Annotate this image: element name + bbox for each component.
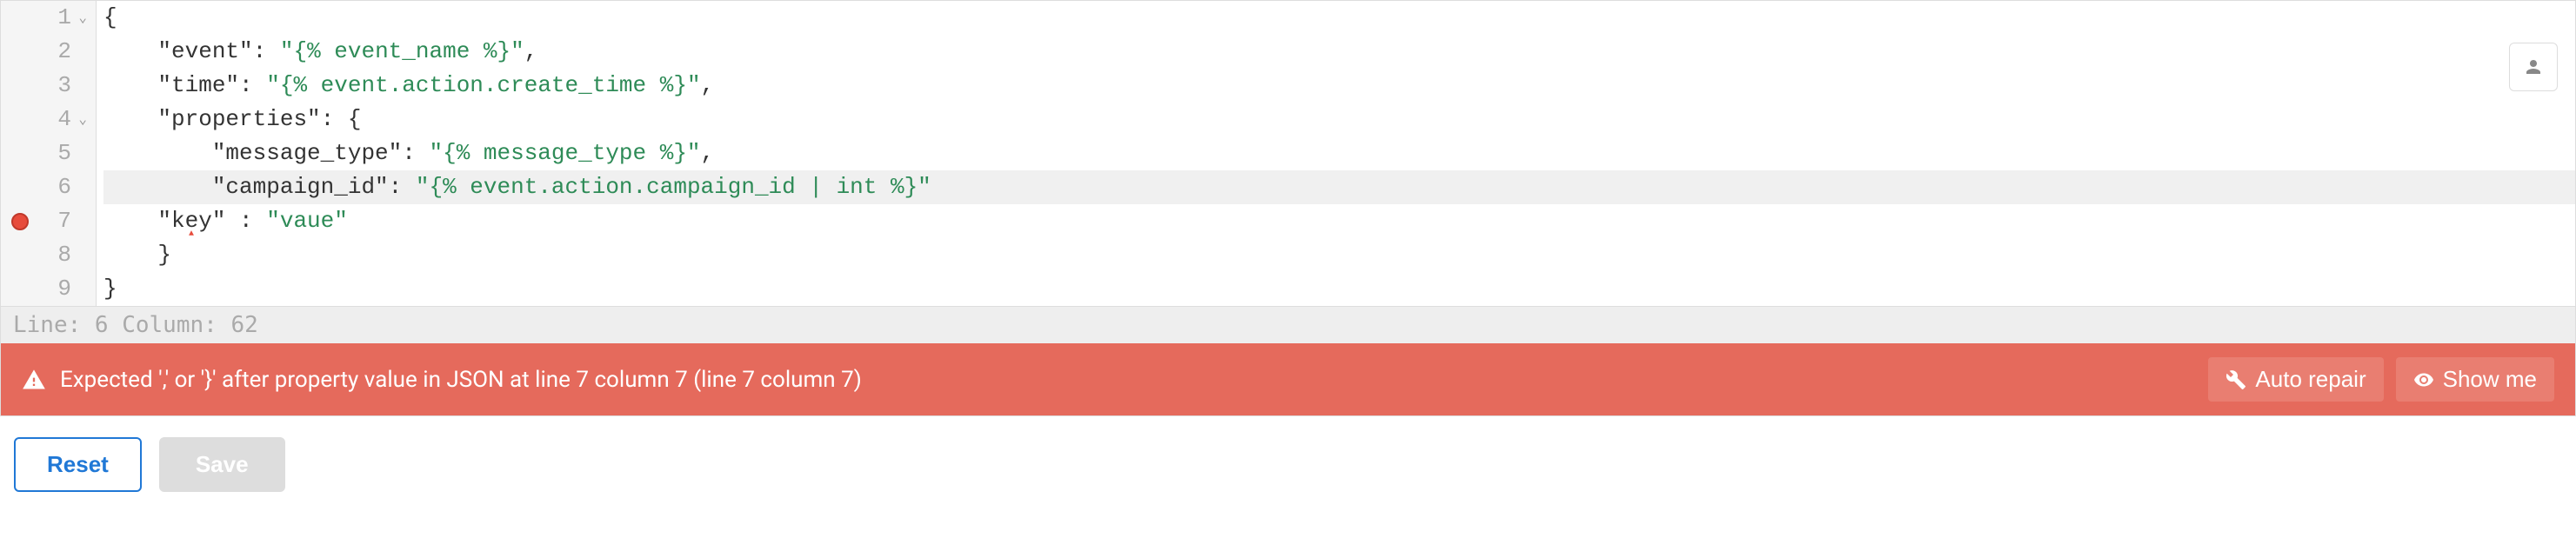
token-punct: :	[225, 204, 266, 238]
code-line[interactable]: "message_type": "{% message_type %}",	[103, 136, 2575, 170]
token-str: "{% message_type %}"	[429, 136, 700, 170]
token-punct: :	[402, 136, 429, 170]
token-prop: "message_type"	[212, 136, 402, 170]
gutter-row: 1⌄	[1, 1, 96, 35]
gutter-row: 8	[1, 238, 96, 272]
token-punct: }	[157, 238, 171, 272]
wrench-icon	[2226, 369, 2246, 390]
token-prop: "campaign_id"	[212, 170, 389, 204]
token-prop: "properties"	[157, 103, 320, 136]
error-bar: Expected ',' or '}' after property value…	[1, 343, 2575, 415]
line-number: 7	[57, 204, 71, 238]
fold-marker-icon[interactable]: ⌄	[75, 8, 87, 29]
gutter-row: 5	[1, 136, 96, 170]
gutter-row: 2	[1, 35, 96, 69]
token-str: "{% event_name %}"	[280, 35, 524, 69]
gutter-row: 7	[1, 204, 96, 238]
token-prop: "event"	[157, 35, 252, 69]
fold-marker-icon[interactable]: ⌄	[75, 110, 87, 130]
gutter-row: 6	[1, 170, 96, 204]
code-line[interactable]: {	[103, 1, 2575, 35]
token-punct: :	[389, 170, 416, 204]
error-message: Expected ',' or '}' after property value…	[60, 367, 862, 393]
code-line[interactable]: "campaign_id": "{% event.action.campaign…	[103, 170, 2575, 204]
line-number: 9	[57, 272, 71, 306]
gutter-row: 9	[1, 272, 96, 306]
token-str: "{% event.action.create_time %}"	[266, 69, 700, 103]
cursor-position: Line: 6 Column: 62	[13, 312, 258, 338]
action-buttons: Reset Save	[0, 416, 2576, 513]
token-punct: ,	[701, 136, 715, 170]
line-number: 2	[57, 35, 71, 69]
code-line[interactable]: "time": "{% event.action.create_time %}"…	[103, 69, 2575, 103]
error-underline-icon	[189, 229, 199, 235]
line-number: 4	[57, 103, 71, 136]
line-number: 1	[57, 1, 71, 35]
eye-icon	[2413, 369, 2434, 390]
token-punct: {	[103, 1, 117, 35]
auto-repair-label: Auto repair	[2255, 366, 2366, 393]
code-lines[interactable]: { "event": "{% event_name %}", "time": "…	[97, 1, 2575, 306]
token-punct: :	[253, 35, 280, 69]
code-line[interactable]: "key" : "vaue"	[103, 204, 2575, 238]
token-str: "vaue"	[266, 204, 348, 238]
show-me-button[interactable]: Show me	[2396, 357, 2554, 402]
code-line[interactable]: "properties": {	[103, 103, 2575, 136]
line-number: 6	[57, 170, 71, 204]
gutter-row: 3	[1, 69, 96, 103]
code-line[interactable]: }	[103, 272, 2575, 306]
token-punct: ,	[701, 69, 715, 103]
json-editor: 1⌄234⌄56789 { "event": "{% event_name %}…	[0, 0, 2576, 416]
show-me-label: Show me	[2443, 366, 2537, 393]
token-punct: :	[239, 69, 266, 103]
code-line[interactable]: "event": "{% event_name %}",	[103, 35, 2575, 69]
user-button[interactable]	[2509, 43, 2558, 91]
code-area[interactable]: 1⌄234⌄56789 { "event": "{% event_name %}…	[1, 1, 2575, 306]
token-punct: }	[103, 272, 117, 306]
code-line[interactable]: }	[103, 238, 2575, 272]
line-number: 8	[57, 238, 71, 272]
error-marker-icon	[11, 213, 29, 230]
warning-icon	[22, 368, 46, 392]
gutter: 1⌄234⌄56789	[1, 1, 97, 306]
token-punct: ,	[524, 35, 538, 69]
token-punct: : {	[321, 103, 362, 136]
save-button[interactable]: Save	[159, 437, 285, 492]
auto-repair-button[interactable]: Auto repair	[2208, 357, 2383, 402]
reset-button[interactable]: Reset	[14, 437, 142, 492]
token-prop: "time"	[157, 69, 239, 103]
status-bar: Line: 6 Column: 62	[1, 306, 2575, 343]
line-number: 5	[57, 136, 71, 170]
gutter-row: 4⌄	[1, 103, 96, 136]
token-str: "{% event.action.campaign_id | int %}"	[416, 170, 931, 204]
user-icon	[2523, 56, 2544, 77]
line-number: 3	[57, 69, 71, 103]
